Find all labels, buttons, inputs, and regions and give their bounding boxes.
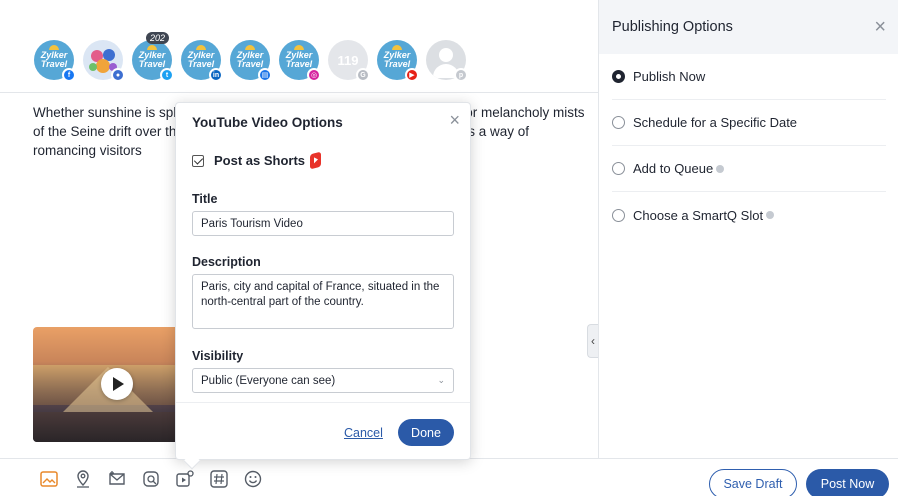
count-badge: 202 — [146, 32, 170, 44]
option-label: Choose a SmartQ Slot — [633, 207, 764, 223]
youtube-options-modal: YouTube Video Options × Post as Shorts T… — [175, 102, 471, 470]
close-icon[interactable]: × — [449, 111, 460, 129]
option-add-to-queue[interactable]: Add to Queue — [612, 146, 886, 192]
modal-title: YouTube Video Options — [192, 115, 343, 130]
logo-sun — [49, 45, 59, 50]
help-icon[interactable] — [716, 164, 725, 173]
shorts-label: Post as Shorts — [214, 153, 306, 168]
linkedin-icon: in — [209, 68, 223, 82]
play-icon — [113, 377, 124, 391]
title-label: Title — [192, 192, 218, 206]
post-now-button[interactable]: Post Now — [806, 469, 889, 496]
description-input[interactable]: Paris, city and capital of France, situa… — [192, 274, 454, 329]
logo-sun — [196, 45, 206, 50]
logo-sun — [147, 45, 157, 50]
shorts-checkbox[interactable] — [192, 154, 204, 167]
visibility-value: Public (Everyone can see) — [201, 374, 336, 387]
google-icon: G — [356, 68, 370, 82]
pinterest-icon: p — [454, 68, 468, 82]
logo-sun — [392, 45, 402, 50]
play-button[interactable] — [101, 368, 133, 400]
option-label: Add to Queue — [633, 161, 714, 176]
avatar-text: Travel — [236, 59, 264, 69]
visibility-label: Visibility — [192, 349, 244, 363]
video-thumbnail[interactable] — [33, 327, 183, 442]
hashtag-icon[interactable] — [208, 468, 230, 490]
gif-icon[interactable] — [140, 468, 162, 490]
avatar-text: Travel — [285, 59, 313, 69]
divider — [176, 402, 470, 403]
avatar-text: Travel — [187, 59, 215, 69]
radio-add-to-queue[interactable] — [612, 162, 625, 175]
panel-header: Publishing Options × — [599, 0, 898, 54]
logo-sun — [294, 45, 304, 50]
instagram-icon: ◎ — [307, 68, 321, 82]
channel-avatar-youtube[interactable]: Zylker Travel ▶ — [377, 40, 419, 82]
collapse-panel-toggle[interactable]: ‹ — [587, 324, 598, 358]
option-label: Publish Now — [633, 69, 706, 84]
option-smartq-slot[interactable]: Choose a SmartQ Slot — [612, 192, 886, 238]
visibility-select[interactable]: Public (Everyone can see) ⌄ — [192, 368, 454, 393]
location-icon[interactable] — [72, 468, 94, 490]
channel-avatar-google[interactable]: 119 G — [328, 40, 370, 82]
avatar-placeholder-head — [439, 48, 453, 62]
radio-publish-now[interactable] — [612, 70, 625, 83]
channel-avatar-group[interactable]: ● — [83, 40, 125, 82]
option-label: Schedule for a Specific Date — [633, 115, 798, 130]
radio-schedule[interactable] — [612, 116, 625, 129]
divider — [0, 92, 598, 93]
help-icon[interactable] — [766, 211, 775, 219]
channel-avatar-linkedin[interactable]: Zylker Travel in — [181, 40, 223, 82]
avatar-text: Travel — [138, 59, 166, 69]
channel-avatar-twitter[interactable]: Zylker Travel t 202 — [132, 32, 174, 82]
panel-title: Publishing Options — [612, 19, 733, 35]
radio-smartq-slot[interactable] — [612, 208, 625, 222]
composer-toolbar — [38, 466, 264, 492]
done-button[interactable]: Done — [398, 419, 454, 446]
title-input[interactable] — [192, 211, 454, 236]
avatar-text: Travel — [40, 59, 68, 69]
option-publish-now[interactable]: Publish Now — [612, 54, 886, 100]
image-icon[interactable] — [38, 468, 60, 490]
chevron-down-icon: ⌄ — [437, 375, 445, 385]
option-schedule[interactable]: Schedule for a Specific Date — [612, 100, 886, 146]
group-icon: ● — [111, 68, 125, 82]
emoji-icon[interactable] — [242, 468, 264, 490]
channel-avatar-pinterest[interactable]: p — [426, 40, 468, 82]
save-draft-button[interactable]: Save Draft — [709, 469, 797, 496]
google-business-icon: ▤ — [258, 68, 272, 82]
logo-sun — [245, 45, 255, 50]
channel-avatar-google-business[interactable]: Zylker Travel ▤ — [230, 40, 272, 82]
cancel-button[interactable]: Cancel — [344, 426, 383, 440]
thumbnail-floor — [33, 412, 183, 442]
publishing-options-panel: Publishing Options × Publish Now Schedul… — [598, 0, 898, 458]
avatar-text: Travel — [383, 59, 411, 69]
channel-avatar-facebook[interactable]: Zylker Travel f — [34, 40, 76, 82]
channel-avatar-instagram[interactable]: Zylker Travel ◎ — [279, 40, 321, 82]
channel-row: Zylker Travel f ● Zylker Travel t 202 Zylker Trav… — [34, 32, 468, 84]
youtube-icon: ▶ — [405, 68, 419, 82]
description-label: Description — [192, 255, 261, 269]
facebook-icon: f — [62, 68, 76, 82]
shorts-option[interactable]: Post as Shorts — [192, 151, 322, 170]
youtube-shorts-icon — [310, 151, 322, 170]
close-icon[interactable]: × — [874, 17, 886, 37]
mention-icon[interactable] — [106, 468, 128, 490]
avatar-text: 119 — [337, 52, 359, 68]
youtube-options-icon[interactable] — [174, 468, 196, 490]
publish-options-list: Publish Now Schedule for a Specific Date… — [599, 54, 898, 238]
twitter-icon: t — [160, 68, 174, 82]
